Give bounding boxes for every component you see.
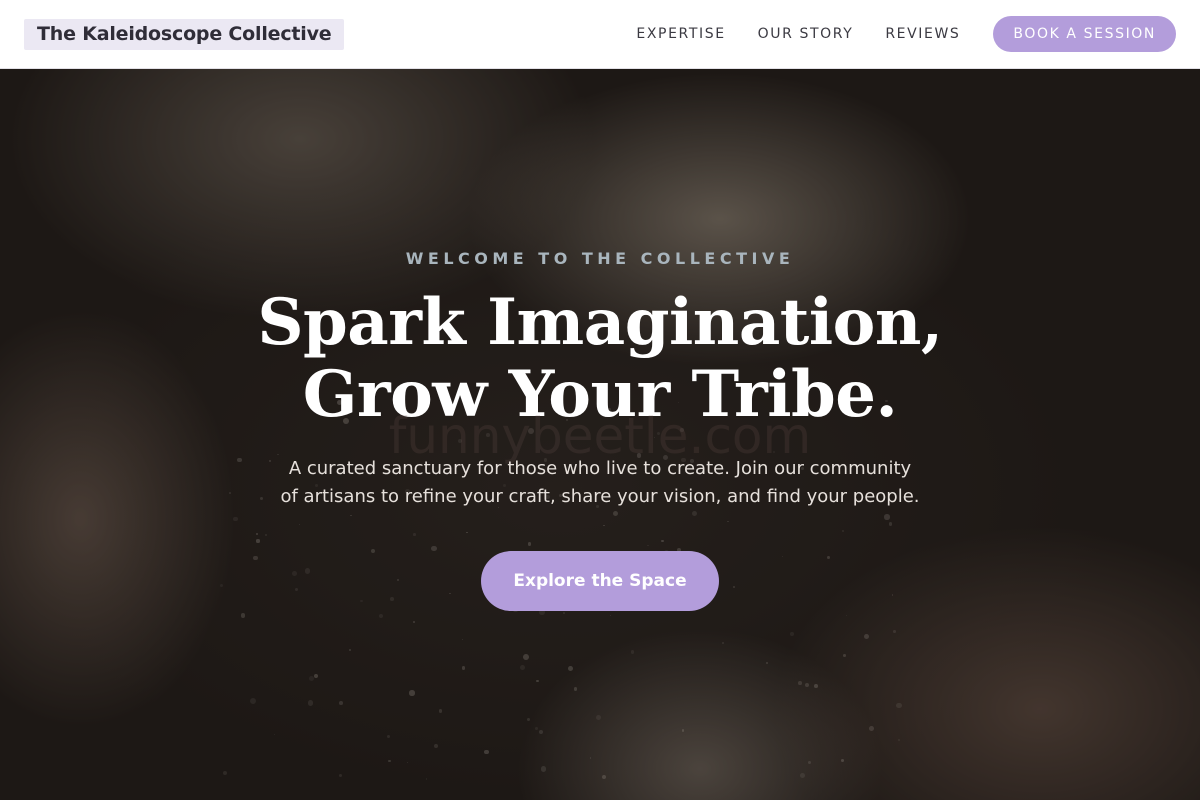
hero-headline-line-1: Spark Imagination,	[257, 285, 943, 360]
site-header: The Kaleidoscope Collective EXPERTISE OU…	[0, 0, 1200, 69]
hero-subtext-line-2: of artisans to refine your craft, share …	[280, 486, 920, 507]
hero-subtext: A curated sanctuary for those who live t…	[250, 455, 950, 511]
hero-eyebrow: WELCOME TO THE COLLECTIVE	[405, 249, 795, 268]
nav-link-expertise[interactable]: EXPERTISE	[636, 26, 725, 42]
main-nav: EXPERTISE OUR STORY REVIEWS BOOK A SESSI…	[636, 16, 1176, 52]
brand-logo[interactable]: The Kaleidoscope Collective	[24, 18, 345, 50]
nav-link-our-story[interactable]: OUR STORY	[758, 26, 854, 42]
hero-section: WELCOME TO THE COLLECTIVE Spark Imaginat…	[0, 69, 1200, 800]
nav-link-reviews[interactable]: REVIEWS	[885, 26, 960, 42]
hero-subtext-line-1: A curated sanctuary for those who live t…	[288, 458, 912, 479]
book-session-button[interactable]: BOOK A SESSION	[993, 16, 1176, 52]
explore-space-button[interactable]: Explore the Space	[481, 551, 719, 611]
